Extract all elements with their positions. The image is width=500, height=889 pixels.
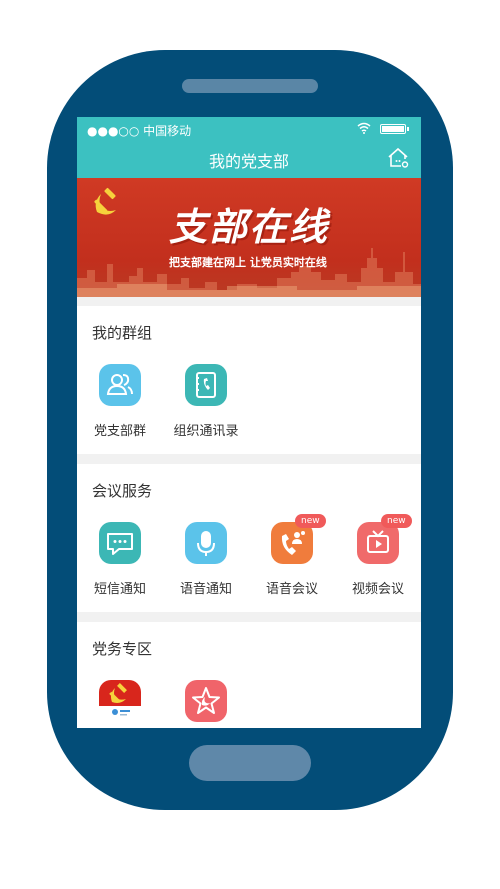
phone-speaker <box>182 79 318 93</box>
tile-org-directory[interactable]: 组织通讯录 <box>163 364 249 454</box>
nav-bar: 我的党支部 <box>77 141 421 178</box>
section-party-affairs: 党务专区 <box>77 622 421 728</box>
carrier-label: ●●●○○ 中国移动 <box>87 124 192 138</box>
tile-party-star[interactable] <box>163 680 249 728</box>
section-title: 会议服务 <box>92 482 153 500</box>
banner-title: 支部在线 <box>169 204 330 249</box>
tile-voice-conference[interactable]: new 语音会议 <box>249 514 335 612</box>
status-bar: ●●●○○ 中国移动 <box>77 117 421 141</box>
hammer-sickle-icon <box>94 187 116 215</box>
video-conference-icon <box>357 522 399 564</box>
tile-label: 语音会议 <box>265 582 318 597</box>
people-icon <box>99 364 141 406</box>
tile-label: 视频会议 <box>351 582 404 597</box>
microphone-icon <box>185 522 227 564</box>
tile-video-conference[interactable]: new 视频会议 <box>335 514 421 612</box>
app-screen: ●●●○○ 中国移动 我的党支部 支部在线 把支部建在网上 让党员实时在线 我的… <box>77 117 421 728</box>
banner[interactable]: 支部在线 把支部建在网上 让党员实时在线 <box>77 178 421 297</box>
section-meeting-services: 会议服务 短信通知 语音通知 new 语音会议 new 视频会议 <box>77 464 421 612</box>
section-title: 党务专区 <box>92 640 153 658</box>
wifi-icon <box>357 122 371 134</box>
battery-icon <box>380 124 409 134</box>
party-star-icon <box>185 680 227 722</box>
new-badge: new <box>381 514 412 528</box>
tile-label: 短信通知 <box>93 582 146 597</box>
tile-label: 党支部群 <box>93 424 146 439</box>
tile-label: 组织通讯录 <box>173 424 239 439</box>
tile-voice-notice[interactable]: 语音通知 <box>163 522 249 612</box>
phonebook-icon <box>185 364 227 406</box>
banner-subtitle: 把支部建在网上 让党员实时在线 <box>169 256 327 269</box>
voice-conference-icon <box>271 522 313 564</box>
sms-icon <box>99 522 141 564</box>
party-emblem-app-icon <box>99 680 141 722</box>
new-badge: new <box>295 514 326 528</box>
tile-label: 语音通知 <box>179 582 232 597</box>
phone-home-button[interactable] <box>189 745 311 781</box>
tile-party-emblem-app[interactable] <box>77 680 163 728</box>
section-title: 我的群组 <box>92 324 153 342</box>
tile-party-branch-group[interactable]: 党支部群 <box>77 364 163 454</box>
section-my-groups: 我的群组 党支部群 组织通讯录 <box>77 306 421 454</box>
tile-sms-notice[interactable]: 短信通知 <box>77 522 163 612</box>
home-settings-icon[interactable] <box>386 146 410 170</box>
page-title: 我的党支部 <box>208 152 289 171</box>
